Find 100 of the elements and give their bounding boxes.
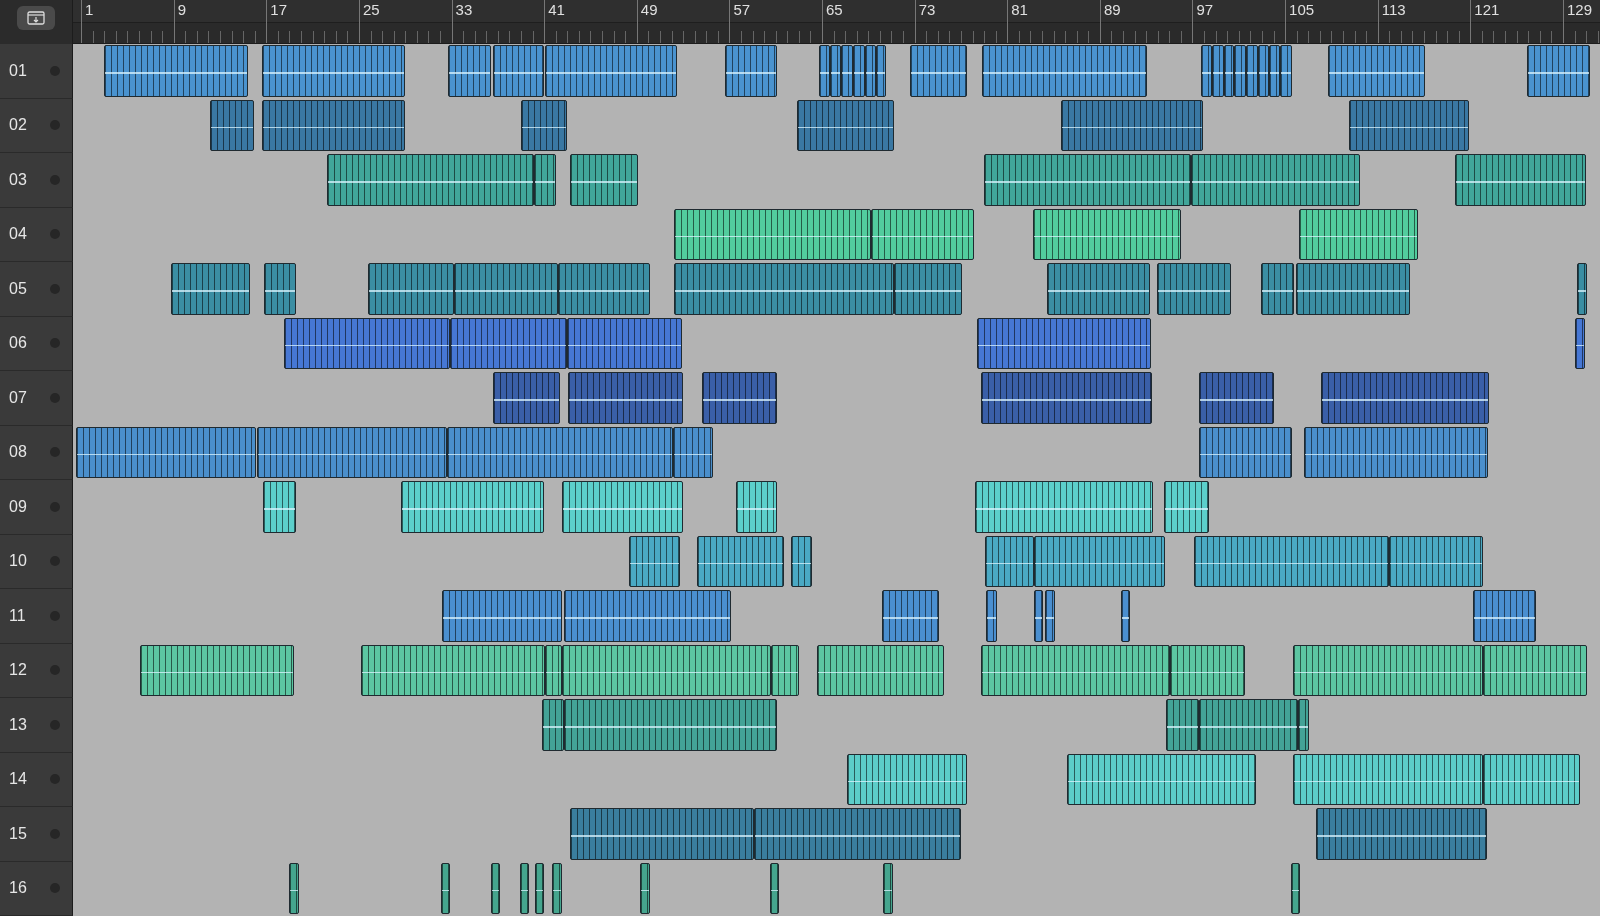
audio-region[interactable] xyxy=(261,45,406,97)
audio-region[interactable] xyxy=(1163,481,1209,533)
audio-region[interactable] xyxy=(1472,590,1537,642)
audio-region[interactable] xyxy=(533,154,556,206)
audio-region[interactable] xyxy=(450,317,568,369)
audio-region[interactable] xyxy=(1280,45,1293,97)
audio-region[interactable] xyxy=(672,426,714,478)
audio-region[interactable] xyxy=(264,263,297,315)
audio-region[interactable] xyxy=(569,808,754,860)
audio-region[interactable] xyxy=(283,317,451,369)
audio-region[interactable] xyxy=(1455,154,1587,206)
audio-region[interactable] xyxy=(545,45,678,97)
audio-region[interactable] xyxy=(790,535,812,587)
audio-region[interactable] xyxy=(262,481,297,533)
audio-region[interactable] xyxy=(1260,263,1295,315)
audio-region[interactable] xyxy=(1199,699,1298,751)
audio-region[interactable] xyxy=(1234,45,1246,97)
audio-region[interactable] xyxy=(361,644,546,696)
audio-region[interactable] xyxy=(257,426,447,478)
audio-region[interactable] xyxy=(977,317,1151,369)
audio-region[interactable] xyxy=(563,699,777,751)
audio-region[interactable] xyxy=(910,45,967,97)
audio-region[interactable] xyxy=(534,862,545,914)
audio-region[interactable] xyxy=(1033,535,1165,587)
audio-region[interactable] xyxy=(1199,426,1293,478)
audio-region[interactable] xyxy=(769,862,780,914)
audio-region[interactable] xyxy=(724,45,777,97)
audio-region[interactable] xyxy=(558,263,650,315)
audio-region[interactable] xyxy=(1067,753,1257,805)
audio-region[interactable] xyxy=(1295,263,1411,315)
audio-region[interactable] xyxy=(830,45,841,97)
audio-region[interactable] xyxy=(209,99,254,151)
audio-region[interactable] xyxy=(673,263,894,315)
audio-region[interactable] xyxy=(1574,317,1585,369)
audio-region[interactable] xyxy=(1348,99,1470,151)
audio-region[interactable] xyxy=(400,481,545,533)
audio-region[interactable] xyxy=(1191,154,1361,206)
audio-region[interactable] xyxy=(817,644,944,696)
audio-region[interactable] xyxy=(980,372,1152,424)
audio-region[interactable] xyxy=(1060,99,1203,151)
audio-region[interactable] xyxy=(1483,753,1581,805)
audio-region[interactable] xyxy=(289,862,299,914)
audio-region[interactable] xyxy=(1212,45,1224,97)
audio-region[interactable] xyxy=(628,535,680,587)
audio-region[interactable] xyxy=(545,644,562,696)
audio-region[interactable] xyxy=(261,99,406,151)
audio-region[interactable] xyxy=(1389,535,1484,587)
audio-region[interactable] xyxy=(981,45,1148,97)
timeline-ruler[interactable]: 1 9 17 25 33 41 49 57 65 73 81 89 97 105 113 121 129 xyxy=(73,0,1600,44)
audio-region[interactable] xyxy=(171,263,251,315)
audio-region[interactable] xyxy=(736,481,777,533)
audio-region[interactable] xyxy=(448,45,491,97)
audio-region[interactable] xyxy=(1045,590,1055,642)
audio-region[interactable] xyxy=(1165,699,1200,751)
audio-region[interactable] xyxy=(853,45,865,97)
audio-region[interactable] xyxy=(697,535,784,587)
audio-region[interactable] xyxy=(1258,45,1269,97)
audio-region[interactable] xyxy=(441,862,451,914)
audio-region[interactable] xyxy=(986,590,997,642)
audio-region[interactable] xyxy=(980,644,1171,696)
audio-region[interactable] xyxy=(1299,208,1419,260)
audio-region[interactable] xyxy=(1321,372,1489,424)
audio-region[interactable] xyxy=(796,99,894,151)
audio-region[interactable] xyxy=(882,590,939,642)
audio-region[interactable] xyxy=(1293,644,1484,696)
audio-region[interactable] xyxy=(567,317,682,369)
audio-region[interactable] xyxy=(368,263,454,315)
audio-region[interactable] xyxy=(490,862,501,914)
audio-region[interactable] xyxy=(1120,590,1130,642)
audio-region[interactable] xyxy=(984,154,1192,206)
audio-region[interactable] xyxy=(818,45,831,97)
audio-region[interactable] xyxy=(1156,263,1231,315)
download-button[interactable] xyxy=(17,6,55,30)
audio-region[interactable] xyxy=(1483,644,1588,696)
audio-region[interactable] xyxy=(701,372,777,424)
audio-region[interactable] xyxy=(326,154,534,206)
audio-region[interactable] xyxy=(446,426,673,478)
audio-region[interactable] xyxy=(552,862,562,914)
audio-region[interactable] xyxy=(673,208,871,260)
audio-region[interactable] xyxy=(985,535,1034,587)
audio-region[interactable] xyxy=(561,481,684,533)
audio-region[interactable] xyxy=(569,154,638,206)
audio-region[interactable] xyxy=(1046,263,1150,315)
audio-region[interactable] xyxy=(76,426,256,478)
audio-region[interactable] xyxy=(561,644,772,696)
audio-region[interactable] xyxy=(1033,590,1044,642)
audio-region[interactable] xyxy=(1293,753,1484,805)
audio-region[interactable] xyxy=(893,263,963,315)
audio-region[interactable] xyxy=(640,862,650,914)
audio-region[interactable] xyxy=(753,808,961,860)
audio-region[interactable] xyxy=(974,481,1154,533)
audio-region[interactable] xyxy=(1170,644,1245,696)
audio-region[interactable] xyxy=(442,590,562,642)
audio-region[interactable] xyxy=(771,644,799,696)
audio-region[interactable] xyxy=(104,45,248,97)
audio-region[interactable] xyxy=(1303,426,1488,478)
audio-region[interactable] xyxy=(1200,45,1213,97)
audio-region[interactable] xyxy=(1199,372,1274,424)
audio-region[interactable] xyxy=(876,45,886,97)
audio-region[interactable] xyxy=(1327,45,1426,97)
